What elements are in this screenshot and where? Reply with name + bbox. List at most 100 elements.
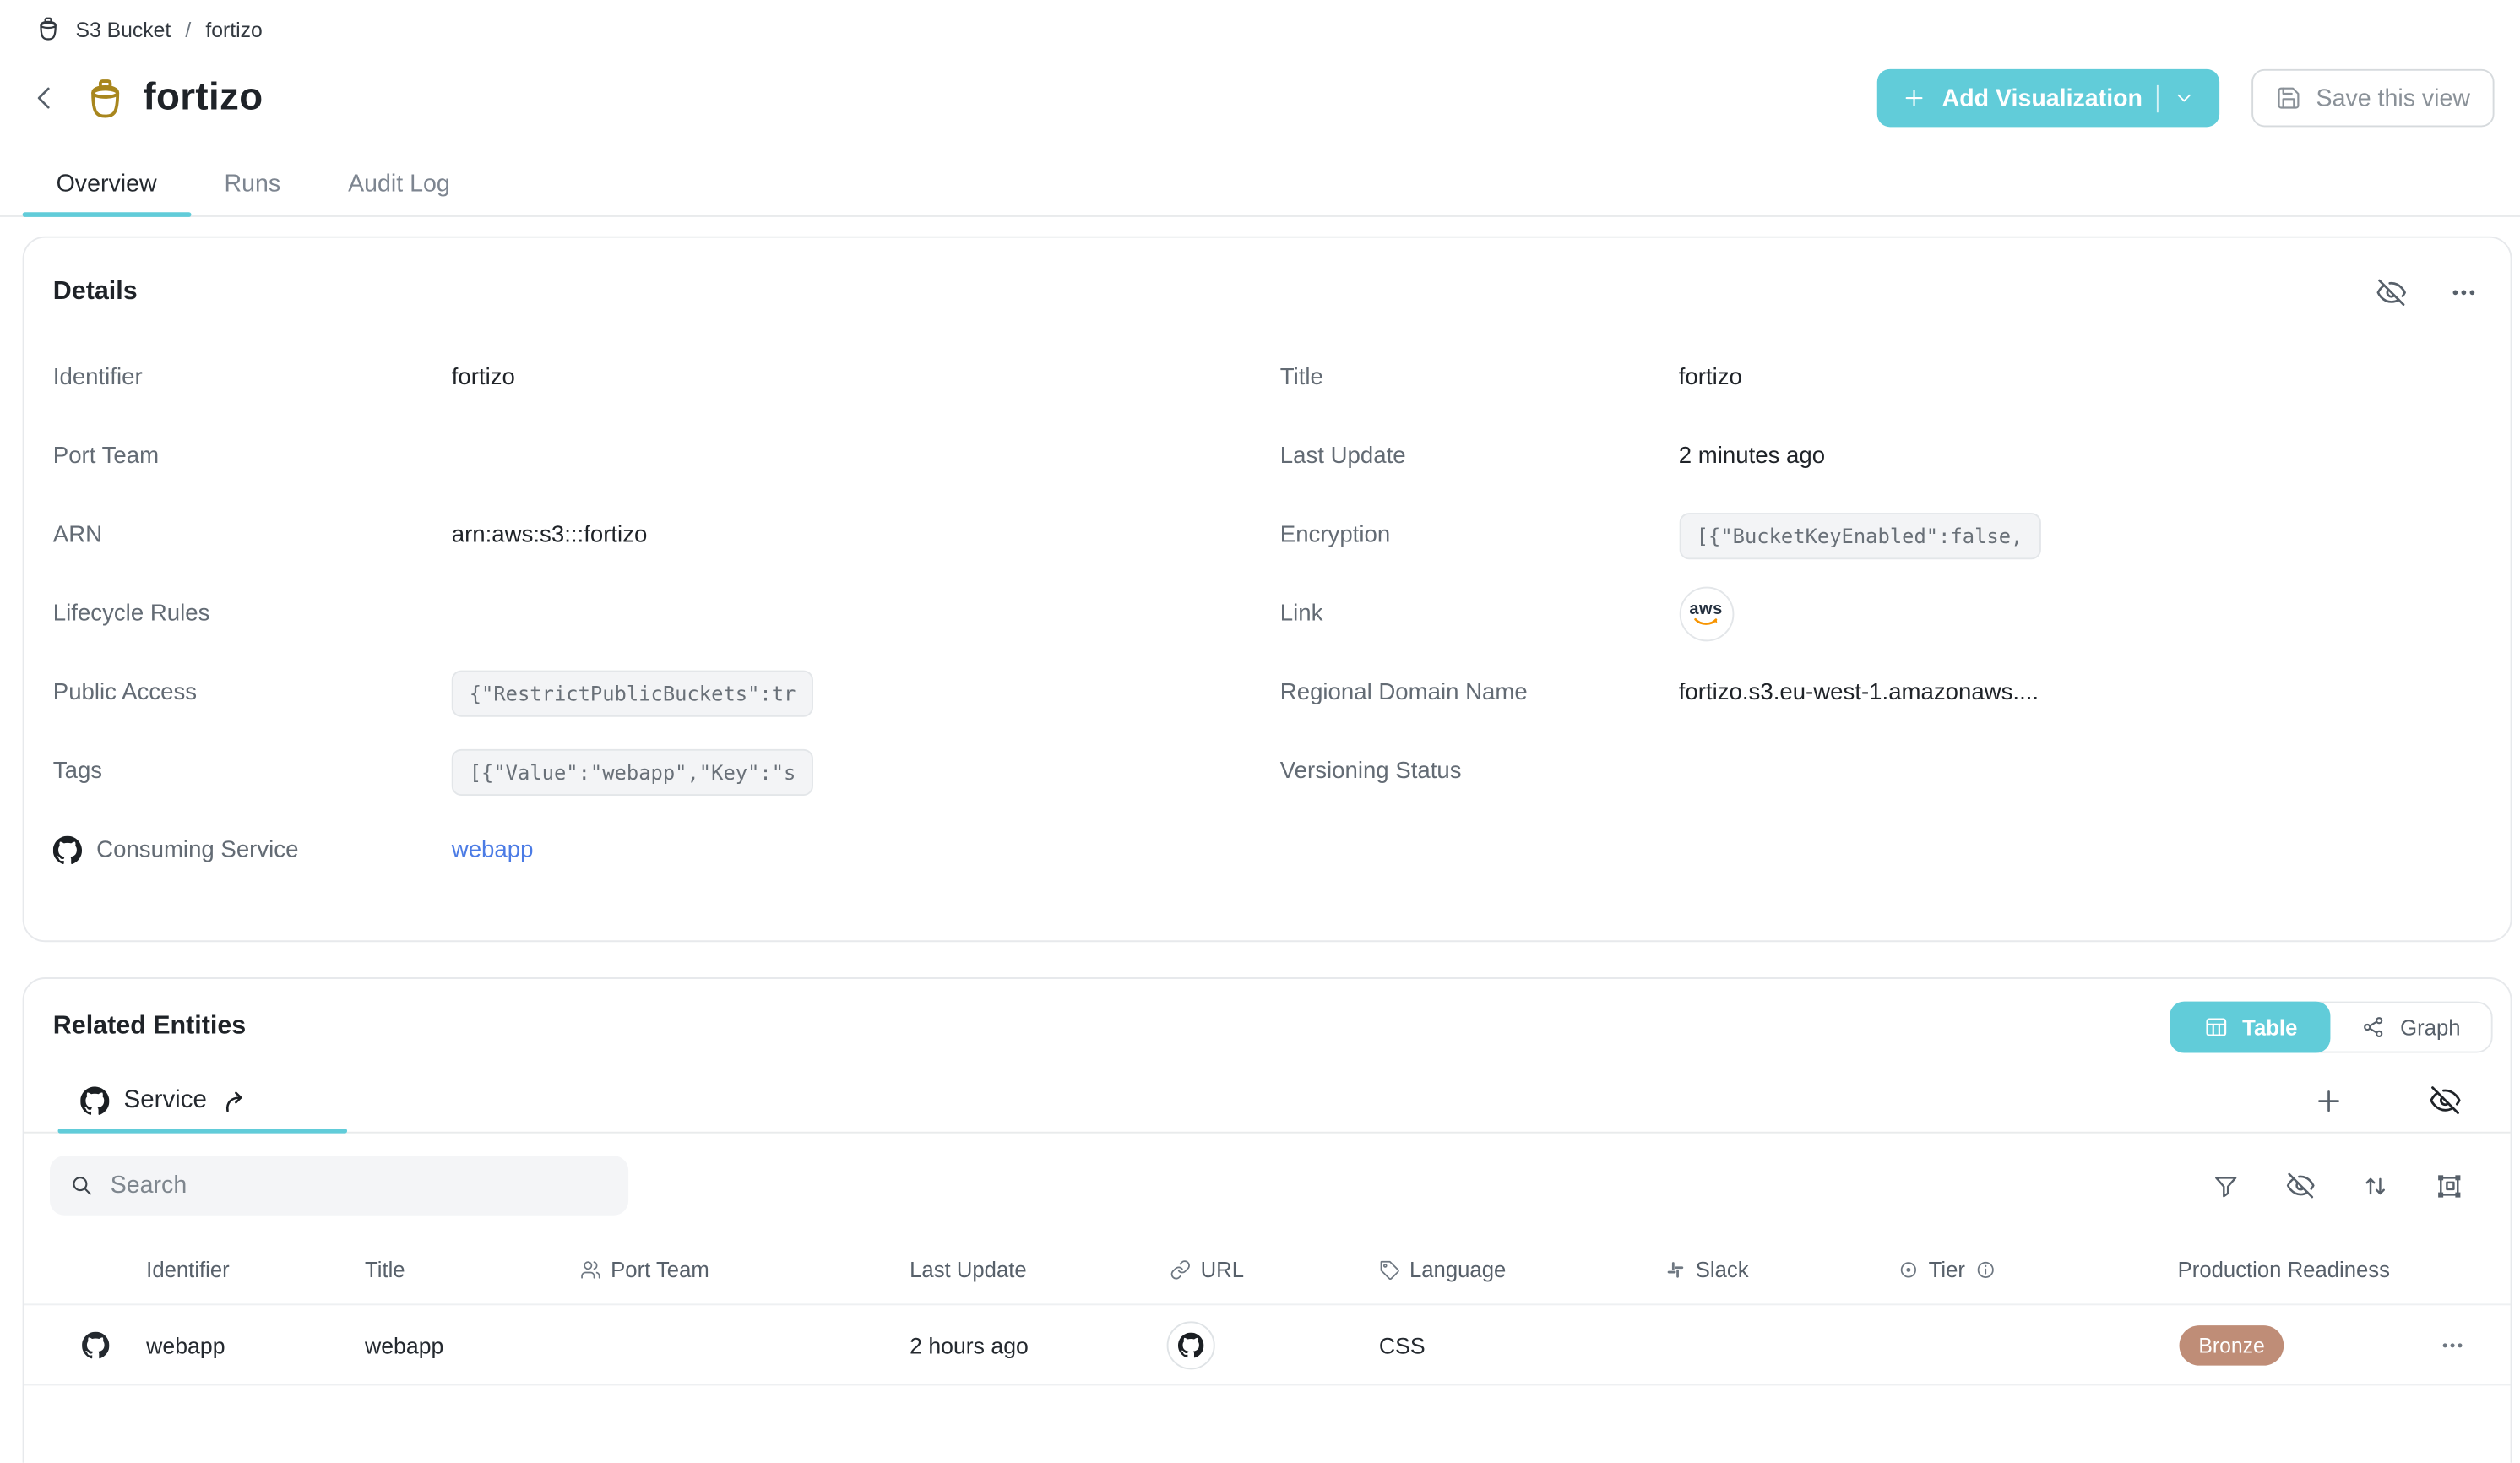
breadcrumb-blueprint[interactable]: S3 Bucket — [75, 17, 171, 41]
hide-empty-icon[interactable] — [2376, 276, 2408, 308]
field-label: Link — [1280, 601, 1679, 627]
col-identifier[interactable]: Identifier — [146, 1257, 230, 1281]
field-label: Regional Domain Name — [1280, 680, 1679, 705]
col-language[interactable]: Language — [1379, 1257, 1506, 1281]
field-public-access: Public Access {"RestrictPublicBuckets":t… — [53, 666, 1252, 721]
back-button[interactable] — [25, 79, 64, 117]
field-encryption: Encryption [{"BucketKeyEnabled":false, — [1280, 508, 2479, 563]
tab-overview[interactable]: Overview — [23, 153, 191, 215]
search-input[interactable] — [111, 1172, 610, 1199]
field-value: 2 minutes ago — [1679, 443, 1825, 469]
field-value: fortizo — [1679, 365, 1742, 390]
slack-icon — [1665, 1259, 1686, 1280]
target-icon — [1898, 1259, 1920, 1280]
filter-icon[interactable] — [2212, 1171, 2240, 1199]
github-link-icon[interactable] — [1167, 1320, 1215, 1368]
field-label: Encryption — [1280, 522, 1679, 547]
button-divider — [2157, 84, 2159, 111]
table-toolbar — [24, 1134, 2511, 1235]
tab-service[interactable]: Service — [80, 1086, 247, 1115]
github-icon — [53, 836, 82, 865]
col-url[interactable]: URL — [1170, 1257, 1244, 1281]
field-last-update: Last Update 2 minutes ago — [1280, 429, 2479, 484]
group-by-icon[interactable] — [2435, 1171, 2463, 1199]
col-port-team[interactable]: Port Team — [580, 1257, 709, 1281]
field-port-team: Port Team — [53, 429, 1252, 484]
field-value: fortizo — [452, 365, 515, 390]
row-more-options-icon[interactable] — [2440, 1332, 2465, 1357]
hide-columns-icon[interactable] — [2285, 1170, 2316, 1200]
save-view-label: Save this view — [2316, 84, 2470, 111]
field-link: Link aws — [1280, 587, 2479, 642]
graph-view-button[interactable]: Graph — [2331, 1002, 2490, 1053]
field-label: Title — [1280, 365, 1679, 390]
save-view-button[interactable]: Save this view — [2251, 69, 2494, 128]
entity-tabs: Overview Runs Audit Log — [0, 153, 2520, 217]
sort-icon[interactable] — [2361, 1171, 2390, 1199]
json-value-pill[interactable]: [{"BucketKeyEnabled":false, — [1679, 512, 2041, 558]
field-label: Identifier — [53, 365, 452, 390]
save-icon — [2276, 85, 2301, 111]
add-visualization-label: Add Visualization — [1942, 84, 2143, 111]
breadcrumb-separator: / — [185, 17, 191, 41]
view-toggle: Table Graph — [2170, 1002, 2493, 1053]
related-entities-card: Related Entities Table Graph — [23, 977, 2512, 1463]
row-identifier-link[interactable]: webapp — [146, 1332, 225, 1357]
bucket-icon — [35, 16, 61, 41]
table-view-button[interactable]: Table — [2170, 1002, 2332, 1053]
json-value-pill[interactable]: {"RestrictPublicBuckets":tr — [452, 670, 814, 716]
aws-smile-icon — [1694, 617, 1719, 627]
more-options-icon[interactable] — [2449, 278, 2478, 307]
search-icon — [69, 1172, 95, 1199]
field-identifier: Identifier fortizo — [53, 351, 1252, 405]
tab-audit-log[interactable]: Audit Log — [314, 153, 484, 215]
aws-logo: aws — [1689, 601, 1722, 617]
topbar: S3 Bucket / fortizo — [0, 0, 2520, 41]
details-right-column: Title fortizo Last Update 2 minutes ago … — [1280, 351, 2479, 902]
col-slack[interactable]: Slack — [1665, 1257, 1749, 1281]
details-heading: Details — [53, 278, 138, 307]
row-url-button[interactable] — [1167, 1320, 1215, 1368]
tag-icon — [1379, 1259, 1400, 1280]
table-row[interactable]: webapp webapp 2 hours ago CSS Bronze — [24, 1305, 2511, 1385]
plus-icon — [1902, 85, 1927, 111]
col-production-readiness[interactable]: Production Readiness — [2178, 1257, 2390, 1281]
row-production-readiness: Bronze — [2180, 1324, 2284, 1365]
field-title: Title fortizo — [1280, 351, 2479, 405]
header-actions: Add Visualization Save this view — [1877, 69, 2494, 128]
field-label: Lifecycle Rules — [53, 601, 452, 627]
related-entities-heading: Related Entities — [53, 1013, 246, 1042]
row-title-link[interactable]: webapp — [365, 1332, 443, 1357]
col-tier[interactable]: Tier — [1898, 1257, 1996, 1281]
col-title[interactable]: Title — [365, 1257, 405, 1281]
field-consuming-service: Consuming Service webapp — [53, 823, 1252, 878]
related-tabs-row: Service — [24, 1069, 2511, 1134]
row-language: CSS — [1379, 1332, 1426, 1357]
github-icon — [80, 1086, 109, 1115]
hide-empty-icon[interactable] — [2429, 1084, 2463, 1118]
field-label: Port Team — [53, 443, 452, 469]
breadcrumb-entity[interactable]: fortizo — [205, 17, 262, 41]
info-icon[interactable] — [1974, 1259, 1996, 1280]
field-label: Public Access — [53, 680, 452, 705]
graph-icon — [2361, 1014, 2387, 1040]
graph-view-label: Graph — [2400, 1015, 2460, 1040]
field-lifecycle-rules: Lifecycle Rules — [53, 587, 1252, 642]
aws-link-button[interactable]: aws — [1679, 587, 1734, 642]
col-last-update[interactable]: Last Update — [910, 1257, 1027, 1281]
chevron-down-icon[interactable] — [2173, 87, 2196, 110]
field-label: ARN — [53, 522, 452, 547]
field-label: Versioning Status — [1280, 759, 1679, 784]
row-last-update: 2 hours ago — [910, 1332, 1029, 1357]
add-related-tab-icon[interactable] — [2313, 1085, 2345, 1117]
consuming-service-link[interactable]: webapp — [452, 837, 534, 862]
active-tab-underline — [58, 1129, 348, 1134]
field-value: arn:aws:s3:::fortizo — [452, 522, 648, 547]
field-value: fortizo.s3.eu-west-1.amazonaws.... — [1679, 680, 2039, 705]
add-visualization-button[interactable]: Add Visualization — [1877, 69, 2219, 128]
entity-header: fortizo Add Visualization Save this view — [0, 63, 2520, 133]
json-value-pill[interactable]: [{"Value":"webapp","Key":"s — [452, 748, 814, 795]
details-left-column: Identifier fortizo Port Team ARN arn:aws… — [53, 351, 1252, 902]
tab-runs[interactable]: Runs — [191, 153, 315, 215]
field-label: Consuming Service — [96, 837, 298, 862]
